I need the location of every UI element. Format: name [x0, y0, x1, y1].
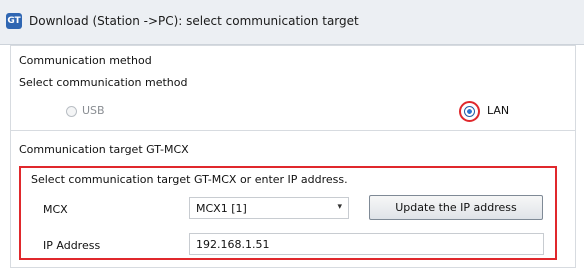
communication-method-prompt: Select communication method: [19, 76, 188, 89]
ip-address-value: 192.168.1.51: [196, 238, 270, 251]
title-bar: GT Download (Station ->PC): select commu…: [0, 0, 584, 45]
communication-method-group: Communication method Select communicatio…: [10, 45, 576, 133]
communication-target-title: Communication target GT-MCX: [19, 143, 189, 156]
lan-radio-label[interactable]: LAN: [487, 104, 509, 117]
communication-method-title: Communication method: [19, 54, 152, 67]
ip-address-field[interactable]: 192.168.1.51: [189, 233, 544, 255]
app-icon: GT: [6, 13, 22, 29]
lan-radio[interactable]: [464, 106, 475, 117]
target-instruction: Select communication target GT-MCX or en…: [31, 173, 348, 186]
update-ip-button[interactable]: Update the IP address: [369, 195, 543, 220]
mcx-dropdown[interactable]: MCX1 [1] ▾: [189, 197, 349, 219]
mcx-dropdown-value: MCX1 [1]: [196, 202, 247, 215]
communication-target-group: Communication target GT-MCX Select commu…: [10, 130, 576, 268]
ip-address-label: IP Address: [43, 239, 101, 252]
usb-radio-label[interactable]: USB: [82, 104, 105, 117]
mcx-label: MCX: [43, 203, 68, 216]
chevron-down-icon[interactable]: ▾: [337, 202, 342, 212]
usb-radio[interactable]: [66, 106, 77, 117]
window-title: Download (Station ->PC): select communic…: [29, 14, 359, 28]
